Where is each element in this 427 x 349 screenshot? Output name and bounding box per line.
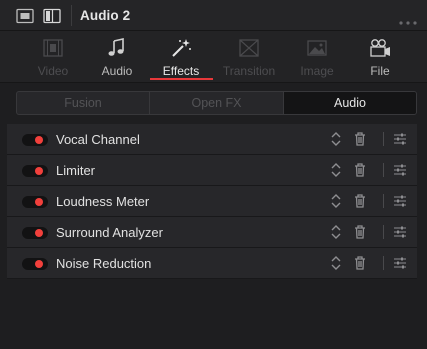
settings-sliders-icon[interactable] [392, 161, 408, 179]
tab-label: Transition [222, 64, 276, 78]
split-view-icon[interactable] [43, 8, 61, 24]
toggle-on-dot [35, 260, 43, 268]
settings-sliders-icon[interactable] [392, 130, 408, 148]
tab-label: Video [37, 64, 69, 78]
row-divider [383, 194, 384, 208]
effect-row[interactable]: Loudness Meter [7, 186, 417, 217]
tab-image[interactable]: Image [285, 31, 349, 83]
row-divider [383, 132, 384, 146]
active-tab-indicator [150, 78, 213, 80]
toggle-on-dot [35, 229, 43, 237]
magic-wand-icon [170, 38, 192, 58]
film-frame-icon [42, 38, 64, 58]
transition-icon [238, 38, 260, 58]
tab-label: Image [300, 64, 334, 78]
toggle-on-dot [35, 136, 43, 144]
effect-name: Limiter [56, 163, 96, 178]
trash-icon[interactable] [352, 161, 368, 179]
trash-icon[interactable] [352, 223, 368, 241]
film-camera-icon [369, 38, 391, 58]
tab-label: Effects [162, 64, 200, 78]
settings-sliders-icon[interactable] [392, 254, 408, 272]
ellipsis-icon[interactable] [398, 13, 418, 25]
reorder-icon[interactable] [328, 130, 344, 148]
tab-audio[interactable]: Audio [85, 31, 149, 83]
enable-toggle[interactable] [22, 196, 48, 208]
toggle-on-dot [35, 167, 43, 175]
effect-name: Surround Analyzer [56, 225, 163, 240]
settings-sliders-icon[interactable] [392, 223, 408, 241]
effect-row[interactable]: Surround Analyzer [7, 217, 417, 248]
effect-row[interactable]: Vocal Channel [7, 124, 417, 155]
effect-name: Loudness Meter [56, 194, 150, 209]
tab-video[interactable]: Video [21, 31, 85, 83]
tab-effects[interactable]: Effects [149, 31, 213, 83]
settings-sliders-icon[interactable] [392, 192, 408, 210]
segment-fusion[interactable]: Fusion [17, 92, 149, 114]
tab-label: Audio [101, 64, 133, 78]
reorder-icon[interactable] [328, 254, 344, 272]
effect-row[interactable]: Limiter [7, 155, 417, 186]
toggle-on-dot [35, 198, 43, 206]
effect-row[interactable]: Noise Reduction [7, 248, 417, 279]
thumbnail-icon[interactable] [16, 8, 34, 24]
effects-category-selector: Fusion Open FX Audio [16, 91, 417, 115]
inspector-header: Audio 2 [0, 0, 427, 31]
tab-label: File [370, 64, 390, 78]
enable-toggle[interactable] [22, 258, 48, 270]
reorder-icon[interactable] [328, 192, 344, 210]
effect-name: Noise Reduction [56, 256, 152, 271]
trash-icon[interactable] [352, 192, 368, 210]
music-note-icon [106, 38, 128, 58]
inspector-tabs: Video Audio Effects Transition Image Fil… [0, 31, 427, 83]
segment-audio[interactable]: Audio [284, 92, 416, 114]
row-divider [383, 256, 384, 270]
enable-toggle[interactable] [22, 165, 48, 177]
effect-name: Vocal Channel [56, 132, 140, 147]
clip-title: Audio 2 [80, 8, 131, 23]
segment-open-fx[interactable]: Open FX [150, 92, 283, 114]
tab-transition[interactable]: Transition [217, 31, 281, 83]
title-divider [71, 5, 72, 26]
enable-toggle[interactable] [22, 227, 48, 239]
image-icon [306, 38, 328, 58]
reorder-icon[interactable] [328, 223, 344, 241]
reorder-icon[interactable] [328, 161, 344, 179]
tab-file[interactable]: File [348, 31, 412, 83]
row-divider [383, 225, 384, 239]
trash-icon[interactable] [352, 130, 368, 148]
enable-toggle[interactable] [22, 134, 48, 146]
row-divider [383, 163, 384, 177]
trash-icon[interactable] [352, 254, 368, 272]
